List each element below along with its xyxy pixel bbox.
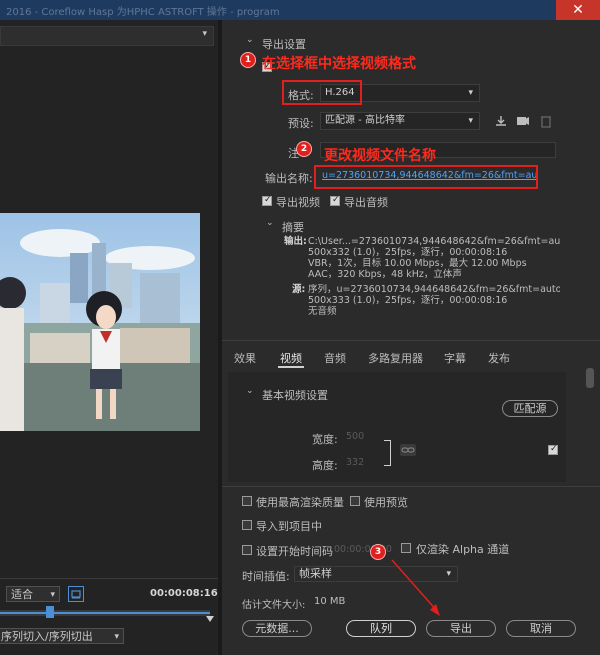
output-name-label: 输出名称: [265, 172, 313, 185]
save-preset-icon[interactable] [494, 114, 508, 128]
render-alpha-only-checkbox[interactable] [401, 543, 411, 553]
match-source-checkbox[interactable] [548, 444, 558, 455]
fit-select-value: 适合 [11, 588, 33, 601]
chevron-down-icon: ▾ [202, 29, 207, 39]
chevron-down-icon[interactable]: ⌄ [246, 386, 254, 396]
cancel-button[interactable]: 取消 [506, 620, 576, 637]
use-previews-label: 使用预览 [364, 496, 408, 509]
width-label: 宽度: [312, 433, 338, 446]
tab-video[interactable]: 视频 [280, 350, 302, 366]
summary-output-line: 500x332 (1.0)，25fps，逐行，00:00:08:16 [308, 247, 508, 258]
set-start-timecode-label: 设置开始时间码 [256, 545, 333, 558]
file-size-label: 估计文件大小: [242, 600, 306, 611]
link-bracket [384, 440, 391, 466]
metadata-button[interactable]: 元数据... [242, 620, 312, 637]
close-window-button[interactable]: ✕ [556, 0, 600, 20]
chevron-down-icon: ▾ [114, 632, 119, 642]
summary-source-line: 500x333 (1.0)，25fps，逐行，00:00:08:16 [308, 295, 508, 306]
active-tab-indicator [278, 366, 304, 368]
annotation-arrow [391, 559, 440, 616]
export-audio-label: 导出音频 [344, 196, 388, 209]
chevron-down-icon: ▾ [50, 590, 55, 600]
summary-source: 序列，u=2736010734,944648642&fm=26&fmt=auto… [308, 284, 560, 317]
chevron-down-icon[interactable]: ⌄ [246, 35, 254, 45]
annotation-box-output-name [314, 165, 538, 189]
source-range-select[interactable]: 序列切入/序列切出 ▾ [0, 628, 124, 644]
match-source-button[interactable]: 匹配源 [502, 400, 558, 417]
video-preview [0, 213, 200, 431]
summary-output-label: 输出: [284, 236, 307, 247]
basic-video-settings-heading: 基本视频设置 [262, 389, 328, 402]
source-controls: 适合 ▾ 00:00:08:16 序列切入/序列切出 ▾ [0, 578, 218, 655]
timecode: 00:00:08:16 [150, 588, 218, 599]
annotation-text-2: 更改视频文件名称 [324, 148, 436, 164]
chevron-down-icon[interactable]: ⌄ [266, 218, 274, 228]
tab-publish[interactable]: 发布 [488, 350, 510, 366]
divider [222, 486, 600, 487]
height-value[interactable]: 332 [346, 457, 364, 468]
source-dropdown[interactable]: ▾ [0, 26, 214, 46]
preset-select[interactable]: 匹配源 - 高比特率 ▾ [320, 112, 480, 130]
summary-source-line: 序列，u=2736010734,944648642&fm=26&fmt=auto… [308, 284, 560, 295]
preset-value: 匹配源 - 高比特率 [325, 115, 405, 126]
fit-select[interactable]: 适合 ▾ [6, 586, 60, 602]
divider [222, 340, 600, 341]
summary-output-line: AAC，320 Kbps，48 kHz，立体声 [308, 269, 462, 280]
out-point-marker[interactable] [206, 616, 214, 622]
divider [0, 578, 218, 579]
chain-link-icon[interactable] [400, 444, 416, 456]
source-range-value: 序列切入/序列切出 [1, 630, 93, 643]
preset-label: 预设: [288, 117, 314, 130]
chevron-down-icon: ▾ [468, 88, 473, 98]
summary-source-label: 源: [292, 284, 306, 295]
tab-captions[interactable]: 字幕 [444, 350, 466, 366]
annotation-badge-1: 1 [240, 52, 256, 68]
export-video-checkbox[interactable] [262, 195, 272, 206]
timeline-progress [0, 612, 210, 614]
width-value[interactable]: 500 [346, 431, 364, 442]
summary-source-line: 无音频 [308, 306, 337, 317]
height-label: 高度: [312, 459, 338, 472]
chevron-down-icon: ▾ [468, 116, 473, 126]
scrollbar-thumb[interactable] [586, 368, 594, 388]
summary-heading: 摘要 [282, 221, 304, 234]
time-interpolation-value: 帧采样 [299, 567, 332, 580]
tab-audio[interactable]: 音频 [324, 350, 346, 366]
import-to-project-label: 导入到项目中 [256, 520, 322, 533]
preview-image [0, 213, 200, 431]
annotation-box-format [282, 80, 362, 105]
export-frame-icon[interactable] [68, 586, 84, 602]
import-preset-icon[interactable] [516, 114, 530, 128]
delete-preset-icon[interactable] [540, 114, 552, 128]
file-size-value: 10 MB [314, 596, 346, 607]
max-render-quality-label: 使用最高渲染质量 [256, 496, 344, 509]
use-previews-checkbox[interactable] [350, 496, 360, 506]
queue-button[interactable]: 队列 [346, 620, 416, 637]
summary-output-line: C:\User...=2736010734,944648642&fm=26&fm… [308, 236, 560, 247]
annotation-text-1: 在选择框中选择视频格式 [262, 56, 416, 72]
tab-effects[interactable]: 效果 [234, 350, 256, 366]
annotation-badge-2: 2 [296, 141, 312, 157]
title-bar: 2016 - Coreflow Hasp 为HPHC ASTROFT 操作 - … [0, 0, 600, 20]
export-button[interactable]: 导出 [426, 620, 496, 637]
playhead-handle[interactable] [46, 606, 54, 618]
window-title: 2016 - Coreflow Hasp 为HPHC ASTROFT 操作 - … [6, 7, 280, 18]
max-render-quality-checkbox[interactable] [242, 496, 252, 506]
render-alpha-only-label: 仅渲染 Alpha 通道 [416, 543, 510, 556]
export-settings-heading: 导出设置 [262, 38, 306, 51]
set-start-timecode-checkbox[interactable] [242, 545, 252, 555]
summary-output-line: VBR，1次，目标 10.00 Mbps，最大 12.00 Mbps [308, 258, 527, 269]
tab-multiplexer[interactable]: 多路复用器 [368, 350, 423, 366]
summary-output: C:\User...=2736010734,944648642&fm=26&fm… [308, 236, 560, 280]
import-to-project-checkbox[interactable] [242, 520, 252, 530]
export-audio-checkbox[interactable] [330, 195, 340, 206]
time-interpolation-label: 时间插值: [242, 570, 290, 583]
export-video-label: 导出视频 [276, 196, 320, 209]
